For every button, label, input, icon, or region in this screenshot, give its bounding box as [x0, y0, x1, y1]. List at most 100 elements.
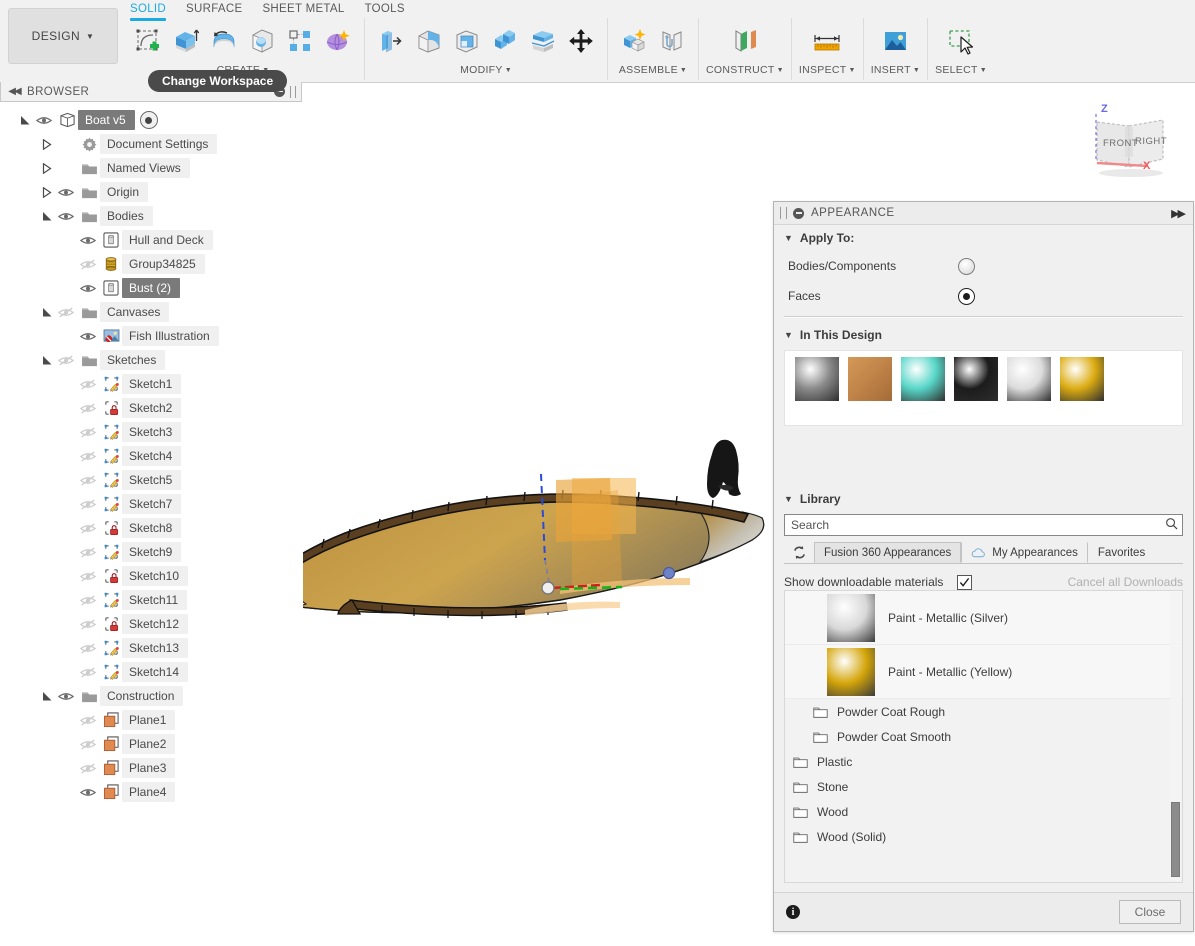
- minimize-icon[interactable]: [793, 207, 804, 219]
- pattern-icon[interactable]: [281, 21, 319, 61]
- tab-tools[interactable]: TOOLS: [355, 1, 415, 17]
- tree-item-sketch8[interactable]: Sketch8: [0, 516, 302, 540]
- tree-item-sketch11[interactable]: Sketch11: [0, 588, 302, 612]
- eye-visible-icon[interactable]: [76, 276, 100, 300]
- tree-item-hull-and-deck[interactable]: Hull and Deck: [0, 228, 302, 252]
- tree-item-bust-2[interactable]: Bust (2): [0, 276, 302, 300]
- apply-to-header[interactable]: ▼ Apply To:: [774, 225, 1193, 251]
- ribbon-group-select-label[interactable]: SELECT ▼: [935, 64, 987, 78]
- ribbon-group-insert-label[interactable]: INSERT ▼: [871, 64, 920, 78]
- eye-hidden-icon[interactable]: [76, 252, 100, 276]
- eye-hidden-icon[interactable]: [76, 396, 100, 420]
- library-folder-row[interactable]: Stone: [785, 774, 1182, 799]
- joint-icon[interactable]: [653, 21, 691, 61]
- tree-item-sketch13[interactable]: Sketch13: [0, 636, 302, 660]
- eye-visible-icon[interactable]: [76, 324, 100, 348]
- collapse-arrow-icon[interactable]: [40, 132, 54, 156]
- eye-hidden-icon[interactable]: [76, 468, 100, 492]
- tab-solid[interactable]: SOLID: [120, 1, 176, 17]
- expand-arrow-icon[interactable]: [40, 684, 54, 708]
- eye-hidden-icon[interactable]: [76, 492, 100, 516]
- extrude-icon[interactable]: [167, 21, 205, 61]
- magnifier-icon[interactable]: [1165, 517, 1178, 533]
- in-this-design-header[interactable]: ▼ In This Design: [774, 322, 1193, 348]
- paint-teal-swatch[interactable]: [901, 357, 945, 401]
- tree-item-plane3[interactable]: Plane3: [0, 756, 302, 780]
- material-row[interactable]: Paint - Metallic (Yellow): [785, 645, 1182, 699]
- library-header[interactable]: ▼ Library: [774, 486, 1193, 512]
- eye-visible-icon[interactable]: [54, 684, 78, 708]
- fillet-icon[interactable]: [410, 21, 448, 61]
- tree-item-origin[interactable]: Origin: [0, 180, 302, 204]
- move-copy-icon[interactable]: [562, 21, 600, 61]
- split-face-icon[interactable]: [524, 21, 562, 61]
- tree-item-boat-v5[interactable]: Boat v5: [0, 108, 302, 132]
- expand-right-icon[interactable]: ▶▶: [1171, 207, 1186, 220]
- design-workspace-button[interactable]: DESIGN ▼: [8, 8, 118, 64]
- eye-visible-icon[interactable]: [32, 108, 56, 132]
- tree-item-sketch10[interactable]: Sketch10: [0, 564, 302, 588]
- apply-to-bodies-row[interactable]: Bodies/Components: [774, 251, 1193, 281]
- apply-to-faces-row[interactable]: Faces: [774, 281, 1193, 311]
- library-folder-row[interactable]: Wood: [785, 799, 1182, 824]
- activate-component-radio[interactable]: [139, 111, 158, 129]
- tree-item-sketch5[interactable]: Sketch5: [0, 468, 302, 492]
- ribbon-group-construct-label[interactable]: CONSTRUCT ▼: [706, 64, 784, 78]
- cancel-all-downloads-button[interactable]: Cancel all Downloads: [1068, 575, 1183, 589]
- dialog-drag-grip[interactable]: [780, 207, 787, 219]
- combine-icon[interactable]: [486, 21, 524, 61]
- collapse-arrow-icon[interactable]: [40, 180, 54, 204]
- collapse-arrow-icon[interactable]: [40, 156, 54, 180]
- eye-hidden-icon[interactable]: [76, 564, 100, 588]
- library-folder-row[interactable]: Wood (Solid): [785, 824, 1182, 849]
- eye-hidden-icon[interactable]: [76, 444, 100, 468]
- eye-visible-icon[interactable]: [76, 228, 100, 252]
- eye-hidden-icon[interactable]: [54, 348, 78, 372]
- library-search-box[interactable]: [784, 514, 1183, 536]
- tab-favorites[interactable]: Favorites: [1088, 542, 1155, 563]
- show-downloadable-checkbox[interactable]: [957, 574, 973, 590]
- paint-silver-swatch[interactable]: [1007, 357, 1051, 401]
- wood-swatch[interactable]: [848, 357, 892, 401]
- appearance-dialog-titlebar[interactable]: APPEARANCE ▶▶: [774, 202, 1193, 225]
- eye-hidden-icon[interactable]: [76, 636, 100, 660]
- library-material-list[interactable]: Paint - Metallic (Silver) Paint - Metalli…: [784, 590, 1183, 883]
- create-sketch-icon[interactable]: [129, 21, 167, 61]
- sweep-icon[interactable]: [243, 21, 281, 61]
- tree-item-group34825[interactable]: Group34825: [0, 252, 302, 276]
- search-input[interactable]: [789, 517, 1165, 533]
- tab-sheet-metal[interactable]: SHEET METAL: [252, 1, 354, 17]
- eye-hidden-icon[interactable]: [76, 756, 100, 780]
- window-select-icon[interactable]: [942, 21, 980, 61]
- tree-item-plane2[interactable]: Plane2: [0, 732, 302, 756]
- form-icon[interactable]: [319, 21, 357, 61]
- paint-black-swatch[interactable]: [954, 357, 998, 401]
- library-scrollbar[interactable]: [1170, 592, 1181, 881]
- browser-resize-grip[interactable]: [290, 85, 296, 98]
- close-button[interactable]: Close: [1119, 900, 1181, 924]
- eye-hidden-icon[interactable]: [76, 660, 100, 684]
- tree-item-sketch9[interactable]: Sketch9: [0, 540, 302, 564]
- expand-arrow-icon[interactable]: [40, 348, 54, 372]
- info-icon[interactable]: i: [786, 905, 800, 919]
- expand-arrow-icon[interactable]: [18, 108, 32, 132]
- eye-hidden-icon[interactable]: [76, 732, 100, 756]
- press-pull-icon[interactable]: [372, 21, 410, 61]
- tab-my-appearances[interactable]: My Appearances: [961, 542, 1088, 563]
- tree-item-sketch7[interactable]: Sketch7: [0, 492, 302, 516]
- library-folder-row[interactable]: Plastic: [785, 749, 1182, 774]
- ribbon-group-inspect-label[interactable]: INSPECT ▼: [799, 64, 856, 78]
- ribbon-group-modify-label[interactable]: MODIFY ▼: [460, 64, 512, 78]
- offset-plane-icon[interactable]: [726, 21, 764, 61]
- tree-item-named-views[interactable]: Named Views: [0, 156, 302, 180]
- tree-item-sketch14[interactable]: Sketch14: [0, 660, 302, 684]
- eye-hidden-icon[interactable]: [76, 612, 100, 636]
- tree-item-sketch1[interactable]: Sketch1: [0, 372, 302, 396]
- new-component-icon[interactable]: [615, 21, 653, 61]
- ribbon-group-assemble-label[interactable]: ASSEMBLE ▼: [619, 64, 687, 78]
- tree-item-construction[interactable]: Construction: [0, 684, 302, 708]
- insert-image-icon[interactable]: [876, 21, 914, 61]
- eye-hidden-icon[interactable]: [54, 300, 78, 324]
- tree-item-fish-illustration[interactable]: Fish Illustration: [0, 324, 302, 348]
- eye-hidden-icon[interactable]: [76, 420, 100, 444]
